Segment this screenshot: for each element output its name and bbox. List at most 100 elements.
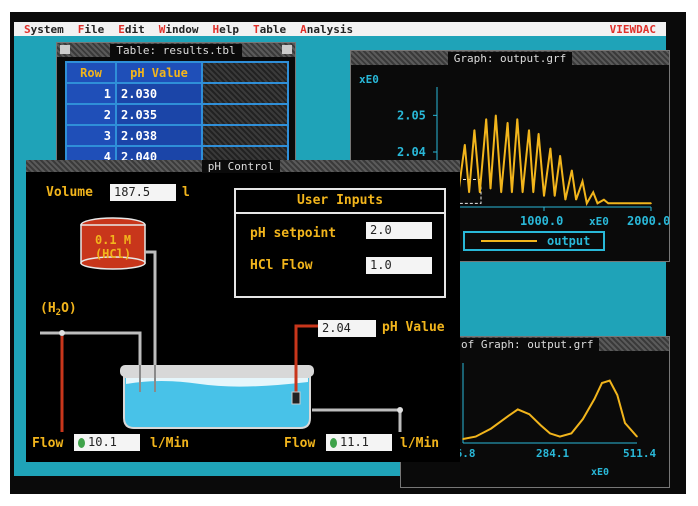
table-window[interactable]: Table: results.tbl Row pH Value 1 2.030 … xyxy=(56,42,296,168)
app-brand: VIEWDAC xyxy=(609,22,656,36)
table-window-titlebar[interactable]: Table: results.tbl xyxy=(57,43,295,57)
data-point xyxy=(532,191,535,194)
data-point xyxy=(537,132,540,135)
x-scale-label: xE0 xyxy=(591,467,609,478)
flow-in-status-icon xyxy=(78,437,85,448)
flow-in-label: Flow xyxy=(32,436,64,451)
data-point xyxy=(603,198,605,201)
data-point xyxy=(505,416,508,419)
menu-file[interactable]: File xyxy=(78,23,105,36)
ph-control-titlebar[interactable]: pH Control xyxy=(26,159,460,173)
ph-cell[interactable]: 2.030 xyxy=(115,82,203,105)
hcl-flow-label: HCl Flow xyxy=(250,258,313,273)
data-point xyxy=(521,191,524,194)
x-tick-label: 2000.0 xyxy=(627,214,669,228)
data-point xyxy=(549,147,552,150)
x-tick-label: 1000.0 xyxy=(520,214,563,228)
data-point xyxy=(516,118,519,120)
menu-edit[interactable]: Edit xyxy=(118,23,145,36)
data-point xyxy=(506,121,509,124)
data-point xyxy=(618,202,620,205)
data-point xyxy=(593,398,596,400)
data-point xyxy=(601,382,603,384)
table-header-row: Row pH Value xyxy=(65,61,289,84)
empty-cell xyxy=(201,124,289,147)
empty-cell xyxy=(201,82,289,105)
data-point xyxy=(462,438,464,440)
table-row[interactable]: 3 2.038 xyxy=(65,124,289,147)
menu-analysis[interactable]: Analysis xyxy=(300,23,353,36)
menu-window[interactable]: Window xyxy=(159,23,199,36)
data-point xyxy=(528,129,530,131)
data-point xyxy=(570,432,573,435)
ph-control-title: pH Control xyxy=(201,159,280,173)
data-point xyxy=(490,427,492,430)
hcl-flow-field[interactable]: 1.0 xyxy=(366,257,432,274)
row-number: 2 xyxy=(65,103,117,126)
data-point xyxy=(581,180,584,183)
col-header-ph-value[interactable]: pH Value xyxy=(115,61,203,84)
data-point xyxy=(474,435,477,438)
flow-out-status-icon xyxy=(330,437,337,448)
data-point xyxy=(511,191,513,194)
data-point xyxy=(539,424,542,427)
graph-window-title: Graph: output.grf xyxy=(447,51,573,65)
data-point xyxy=(559,435,561,438)
x-tick-label: 284.1 xyxy=(536,447,569,460)
flow-in-unit: l/Min xyxy=(150,436,190,451)
series-line-output xyxy=(436,115,651,207)
data-point xyxy=(464,143,466,146)
ph-setpoint-field[interactable]: 2.0 xyxy=(366,222,432,239)
data-point xyxy=(543,195,545,197)
zoom-box-icon[interactable] xyxy=(282,45,292,54)
flow-in-field: 10.1 xyxy=(74,434,140,451)
data-point xyxy=(650,202,652,205)
user-inputs-panel: User Inputs pH setpoint HCl Flow xyxy=(234,188,446,298)
data-point xyxy=(582,418,584,420)
col-header-row[interactable]: Row xyxy=(65,61,117,84)
data-point xyxy=(517,408,519,411)
row-number: 1 xyxy=(65,82,117,105)
data-point xyxy=(636,435,638,438)
data-point xyxy=(639,202,642,205)
data-point xyxy=(495,114,497,117)
data-point xyxy=(479,191,481,194)
col-header-empty xyxy=(201,61,289,84)
data-point xyxy=(473,129,476,131)
ph-value-label: pH Value xyxy=(382,320,445,335)
volume-field[interactable]: 187.5 xyxy=(110,184,176,201)
data-point xyxy=(528,413,531,415)
table-row[interactable]: 1 2.030 xyxy=(65,82,289,105)
data-point xyxy=(608,379,611,382)
small-graph-title: of Graph: output.grf xyxy=(455,337,600,351)
ph-cell[interactable]: 2.038 xyxy=(115,124,203,147)
data-point xyxy=(468,191,470,194)
row-number: 3 xyxy=(65,124,117,147)
menu-system[interactable]: System xyxy=(24,23,64,36)
menu-help[interactable]: Help xyxy=(213,23,240,36)
volume-unit: l xyxy=(182,185,190,200)
data-point xyxy=(586,202,588,205)
graph-window-titlebar[interactable]: Graph: output.grf xyxy=(351,51,669,65)
y-scale-label: xE0 xyxy=(359,73,379,86)
legend-swatch xyxy=(481,240,537,242)
data-point xyxy=(628,202,631,205)
data-point xyxy=(564,198,567,201)
table-row[interactable]: 2 2.035 xyxy=(65,103,289,126)
data-point xyxy=(607,202,609,205)
x-tick-label: 511.4 xyxy=(623,447,656,460)
close-box-icon[interactable] xyxy=(60,45,70,54)
flow-out-label: Flow xyxy=(284,436,316,451)
y-tick-label: 2.04 xyxy=(397,145,426,159)
results-table: Row pH Value 1 2.030 2 2.035 3 2.038 4 2… xyxy=(65,61,289,168)
menu-table[interactable]: Table xyxy=(253,23,286,36)
volume-label: Volume xyxy=(46,185,93,200)
ph-cell[interactable]: 2.035 xyxy=(115,103,203,126)
series-line-output xyxy=(462,379,638,440)
data-point xyxy=(489,187,492,190)
data-point xyxy=(616,394,619,396)
data-point xyxy=(559,154,561,157)
ph-value-field: 2.04 xyxy=(318,320,376,337)
data-point xyxy=(485,118,488,120)
user-inputs-title: User Inputs xyxy=(236,190,444,214)
